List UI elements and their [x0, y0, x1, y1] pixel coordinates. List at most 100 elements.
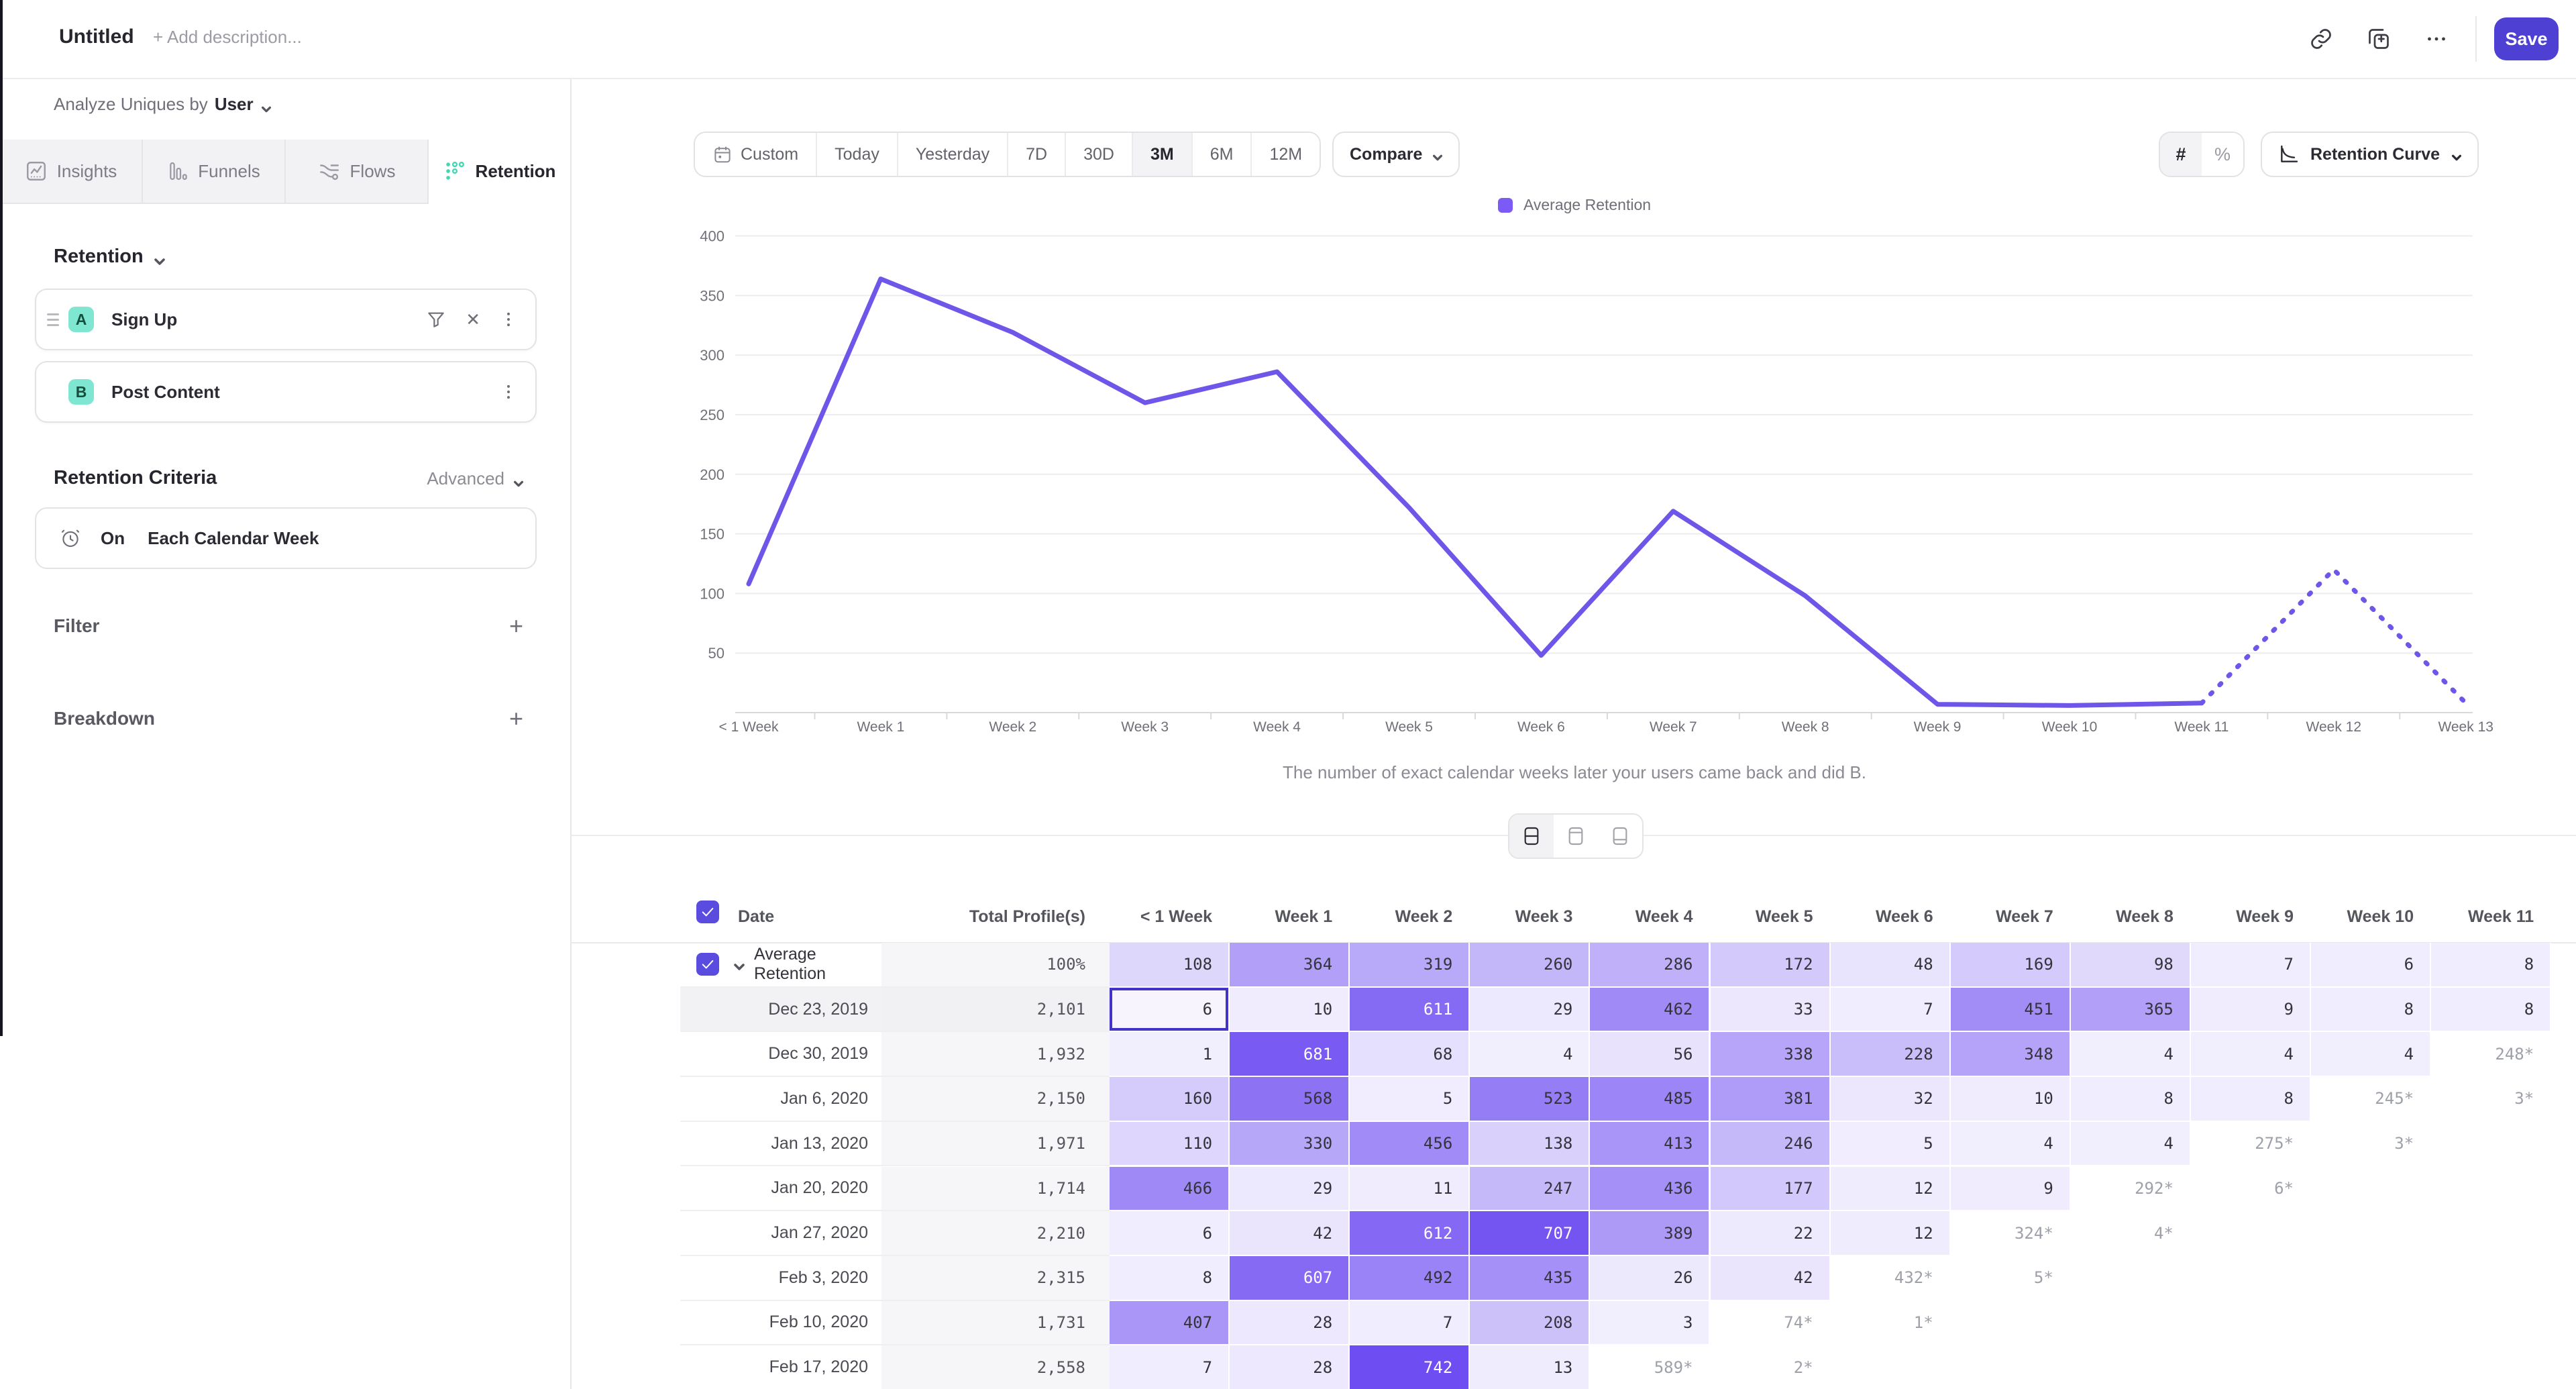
table-cell[interactable]: 365	[2071, 988, 2191, 1033]
drag-handle-icon[interactable]	[47, 313, 60, 326]
table-cell[interactable]: 3*	[2431, 1077, 2551, 1122]
table-cell[interactable]: 108	[1110, 943, 1230, 988]
table-cell[interactable]: 319	[1350, 943, 1470, 988]
table-cell[interactable]: 451	[1951, 988, 2071, 1033]
table-cell[interactable]: 4	[1951, 1122, 2071, 1167]
table-row-date[interactable]: Feb 3, 2020	[680, 1256, 881, 1301]
table-cell[interactable]: 462	[1590, 988, 1710, 1033]
add-description[interactable]: + Add description...	[153, 27, 302, 48]
column-header-week[interactable]: Week 8	[2071, 907, 2174, 927]
report-title[interactable]: Untitled	[59, 25, 134, 48]
table-cell[interactable]: 7	[1350, 1301, 1470, 1346]
table-cell-empty[interactable]	[2311, 1211, 2431, 1256]
table-cell[interactable]: 8	[2311, 988, 2431, 1033]
table-cell[interactable]: 48	[1831, 943, 1951, 988]
close-icon[interactable]: ✕	[466, 309, 480, 330]
table-cell[interactable]: 9	[1951, 1167, 2071, 1212]
table-cell[interactable]: 611	[1350, 988, 1470, 1033]
table-cell[interactable]: 432*	[1831, 1256, 1951, 1301]
table-cell[interactable]: 6	[1110, 988, 1230, 1033]
table-cell[interactable]: 172	[1711, 943, 1831, 988]
table-cell[interactable]: 22	[1711, 1211, 1831, 1256]
analyze-uniques-selector[interactable]: Analyze Uniques by User	[54, 94, 271, 115]
table-cell[interactable]: 286	[1590, 943, 1710, 988]
table-cell[interactable]: 32	[1831, 1077, 1951, 1122]
kebab-icon[interactable]	[499, 309, 518, 330]
column-header-total[interactable]: Total Profile(s)	[881, 907, 1085, 927]
table-cell[interactable]: 13	[1470, 1345, 1590, 1389]
table-row-date[interactable]: Feb 17, 2020	[680, 1345, 881, 1389]
table-cell[interactable]: 4*	[2071, 1211, 2191, 1256]
table-cell-empty[interactable]	[2191, 1211, 2311, 1256]
table-cell-empty[interactable]	[2311, 1256, 2431, 1301]
table-cell[interactable]: 348	[1951, 1032, 2071, 1077]
table-cell[interactable]: 8	[2071, 1077, 2191, 1122]
table-cell[interactable]: 275*	[2191, 1122, 2311, 1167]
table-row-date[interactable]: Dec 23, 2019	[680, 988, 881, 1033]
table-cell[interactable]: 364	[1230, 943, 1350, 988]
table-cell[interactable]: 42	[1230, 1211, 1350, 1256]
select-all-checkbox[interactable]	[696, 901, 719, 923]
table-cell-empty[interactable]	[2431, 1122, 2551, 1167]
table-cell[interactable]: 4	[2071, 1122, 2191, 1167]
tab-funnels[interactable]: Funnels	[143, 140, 286, 204]
table-cell[interactable]: 381	[1711, 1077, 1831, 1122]
table-row-date[interactable]: Jan 6, 2020	[680, 1077, 881, 1122]
chart-only-view-button[interactable]	[1554, 815, 1598, 858]
table-cell[interactable]: 292*	[2071, 1167, 2191, 1212]
table-cell[interactable]: 3	[1590, 1301, 1710, 1346]
table-cell[interactable]: 68	[1350, 1032, 1470, 1077]
table-cell[interactable]: 523	[1470, 1077, 1590, 1122]
table-cell[interactable]: 5	[1831, 1122, 1951, 1167]
table-cell-empty[interactable]	[2191, 1256, 2311, 1301]
table-cell[interactable]: 7	[1831, 988, 1951, 1033]
column-header-week[interactable]: Week 3	[1470, 907, 1572, 927]
table-cell[interactable]: 11	[1350, 1167, 1470, 1212]
table-row-date[interactable]: Jan 27, 2020	[680, 1211, 881, 1256]
table-cell-empty[interactable]	[1951, 1345, 2071, 1389]
event-card-sign-up[interactable]: A Sign Up ✕	[35, 289, 537, 350]
table-cell[interactable]: 607	[1230, 1256, 1350, 1301]
advanced-dropdown[interactable]: Advanced	[427, 468, 523, 489]
column-header-week[interactable]: Week 10	[2311, 907, 2414, 927]
save-button[interactable]: Save	[2494, 17, 2559, 60]
table-cell[interactable]: 28	[1230, 1345, 1350, 1389]
table-cell[interactable]: 5*	[1951, 1256, 2071, 1301]
column-header-week[interactable]: Week 2	[1350, 907, 1452, 927]
table-cell[interactable]: 492	[1350, 1256, 1470, 1301]
table-cell[interactable]: 436	[1590, 1167, 1710, 1212]
table-cell[interactable]: 5	[1350, 1077, 1470, 1122]
table-cell-empty[interactable]	[2431, 1345, 2551, 1389]
table-cell[interactable]: 2*	[1711, 1345, 1831, 1389]
table-row-date[interactable]: Dec 30, 2019	[680, 1032, 881, 1077]
table-cell[interactable]: 4	[1470, 1032, 1590, 1077]
table-cell[interactable]: 12	[1831, 1167, 1951, 1212]
table-cell[interactable]: 138	[1470, 1122, 1590, 1167]
table-cell[interactable]: 6	[2311, 943, 2431, 988]
table-cell-empty[interactable]	[2431, 1256, 2551, 1301]
table-row-date[interactable]: Jan 13, 2020	[680, 1122, 881, 1167]
table-cell[interactable]: 29	[1470, 988, 1590, 1033]
table-cell[interactable]: 589*	[1590, 1345, 1710, 1389]
table-cell[interactable]: 456	[1350, 1122, 1470, 1167]
table-cell[interactable]: 98	[2071, 943, 2191, 988]
table-cell[interactable]: 12	[1831, 1211, 1951, 1256]
table-cell-empty[interactable]	[2071, 1301, 2191, 1346]
column-header-week[interactable]: Week 11	[2431, 907, 2534, 927]
table-cell[interactable]: 160	[1110, 1077, 1230, 1122]
checkbox-checked[interactable]	[696, 901, 719, 923]
column-header-week[interactable]: Week 1	[1230, 907, 1332, 927]
table-cell[interactable]: 260	[1470, 943, 1590, 988]
table-cell[interactable]: 466	[1110, 1167, 1230, 1212]
table-cell[interactable]: 74*	[1711, 1301, 1831, 1346]
table-only-view-button[interactable]	[1598, 815, 1642, 858]
table-cell[interactable]: 42	[1711, 1256, 1831, 1301]
table-cell[interactable]: 8	[1110, 1256, 1230, 1301]
table-cell[interactable]: 612	[1350, 1211, 1470, 1256]
table-cell[interactable]: 10	[1951, 1077, 2071, 1122]
table-cell[interactable]: 338	[1711, 1032, 1831, 1077]
table-cell[interactable]: 8	[2431, 943, 2551, 988]
column-header-week[interactable]: Week 6	[1831, 907, 1933, 927]
tab-insights[interactable]: Insights	[0, 140, 143, 204]
table-cell-empty[interactable]	[1951, 1301, 2071, 1346]
